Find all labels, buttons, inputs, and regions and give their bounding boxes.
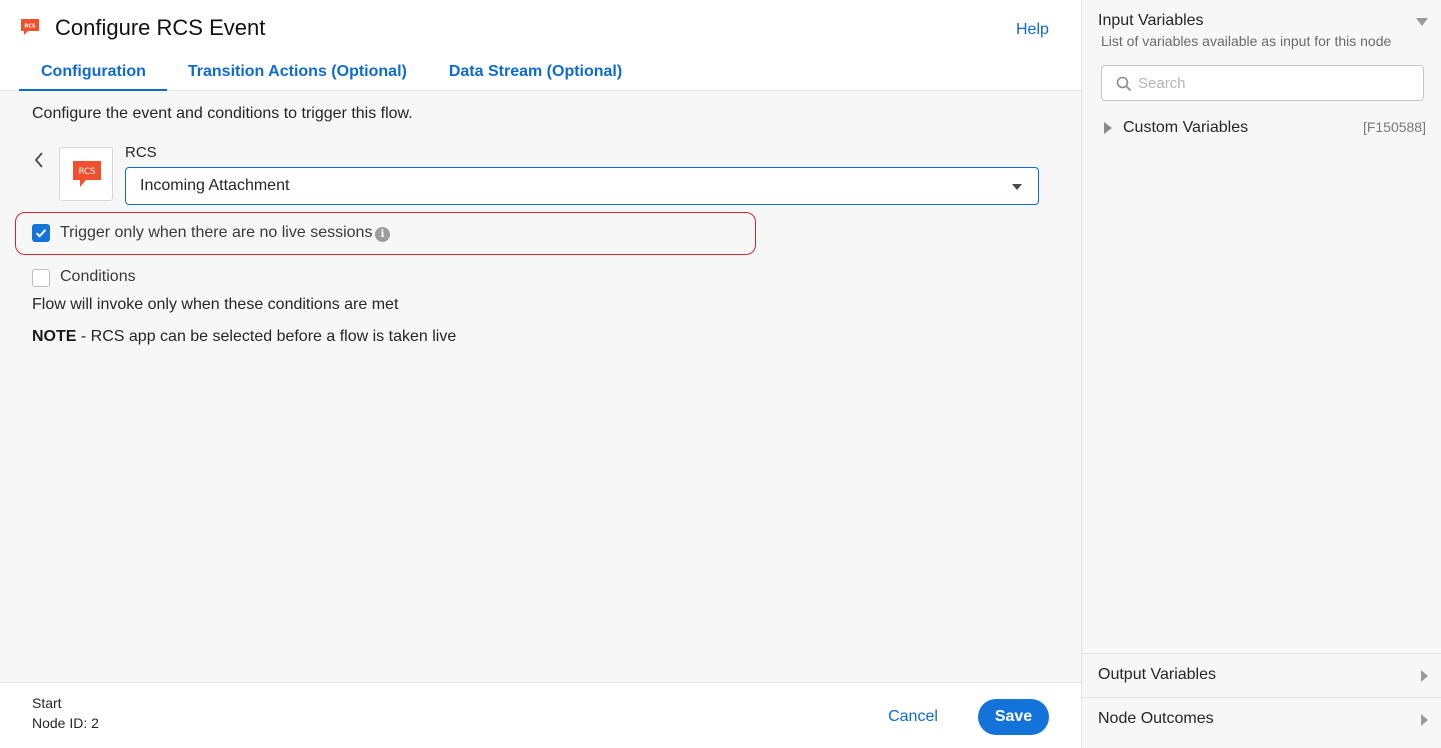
- caret-down-icon[interactable]: [1416, 18, 1428, 26]
- rcs-chat-icon: RCS: [21, 19, 39, 35]
- conditions-checkbox[interactable]: [32, 269, 50, 287]
- page-title: Configure RCS Event: [55, 15, 266, 40]
- note-body: - RCS app can be selected before a flow …: [76, 328, 457, 345]
- configure-panel: RCS Configure RCS Event Help Configurati…: [0, 0, 1081, 748]
- conditions-note: Flow will invoke only when these conditi…: [32, 296, 399, 313]
- event-select-value: Incoming Attachment: [140, 177, 290, 194]
- rcs-tile-text: RCS: [79, 167, 96, 177]
- help-link[interactable]: Help: [1016, 21, 1049, 39]
- note-prefix: NOTE: [32, 328, 77, 345]
- node-outcomes-section[interactable]: Node Outcomes: [1082, 697, 1441, 741]
- output-variables-section[interactable]: Output Variables: [1082, 653, 1441, 697]
- chevron-left-icon[interactable]: [31, 150, 47, 170]
- node-id: Node ID: 2: [32, 715, 99, 731]
- info-icon[interactable]: i: [375, 227, 390, 242]
- input-variables-subtitle: List of variables available as input for…: [1101, 33, 1392, 49]
- cancel-button[interactable]: Cancel: [868, 699, 958, 735]
- output-variables-label: Output Variables: [1098, 666, 1216, 683]
- tree-item-custom-variables[interactable]: Custom Variables [F150588]: [1104, 118, 1426, 140]
- note-text: NOTE - RCS app can be selected before a …: [32, 328, 456, 346]
- rcs-app-tile: RCS: [59, 147, 113, 201]
- tab-configuration[interactable]: Configuration: [19, 57, 167, 91]
- caret-right-icon: [1421, 670, 1428, 682]
- tab-data-stream[interactable]: Data Stream (Optional): [428, 57, 643, 91]
- check-icon: [35, 229, 47, 238]
- intro-text: Configure the event and conditions to tr…: [32, 105, 413, 122]
- search-input[interactable]: [1138, 72, 1408, 94]
- caret-right-icon: [1421, 714, 1428, 726]
- save-button[interactable]: Save: [978, 699, 1049, 735]
- conditions-checkbox-label: Conditions: [60, 268, 136, 285]
- variables-side-panel: Input Variables List of variables availa…: [1081, 0, 1441, 748]
- variable-search: [1101, 65, 1424, 101]
- panel-footer: Start Node ID: 2 Cancel Save: [0, 682, 1081, 748]
- search-icon: [1116, 76, 1132, 92]
- node-outcomes-label: Node Outcomes: [1098, 710, 1214, 727]
- tab-transition-actions[interactable]: Transition Actions (Optional): [167, 57, 428, 91]
- input-variables-title: Input Variables: [1098, 12, 1204, 29]
- tree-item-label: Custom Variables: [1123, 119, 1249, 136]
- rcs-chat-icon: RCS: [73, 161, 101, 187]
- app-label: RCS: [125, 144, 157, 161]
- panel-header: RCS Configure RCS Event Help Configurati…: [0, 0, 1081, 91]
- tree-item-code: [F150588]: [1362, 119, 1426, 135]
- trigger-checkbox[interactable]: [32, 224, 50, 242]
- rcs-icon-text: RCS: [24, 24, 36, 30]
- chevron-down-icon: [1012, 184, 1022, 190]
- tab-bar: Configuration Transition Actions (Option…: [19, 57, 643, 91]
- event-select[interactable]: Incoming Attachment: [125, 167, 1039, 205]
- trigger-checkbox-label: Trigger only when there are no live sess…: [60, 224, 373, 241]
- node-name: Start: [32, 695, 62, 711]
- caret-right-icon[interactable]: [1104, 122, 1112, 134]
